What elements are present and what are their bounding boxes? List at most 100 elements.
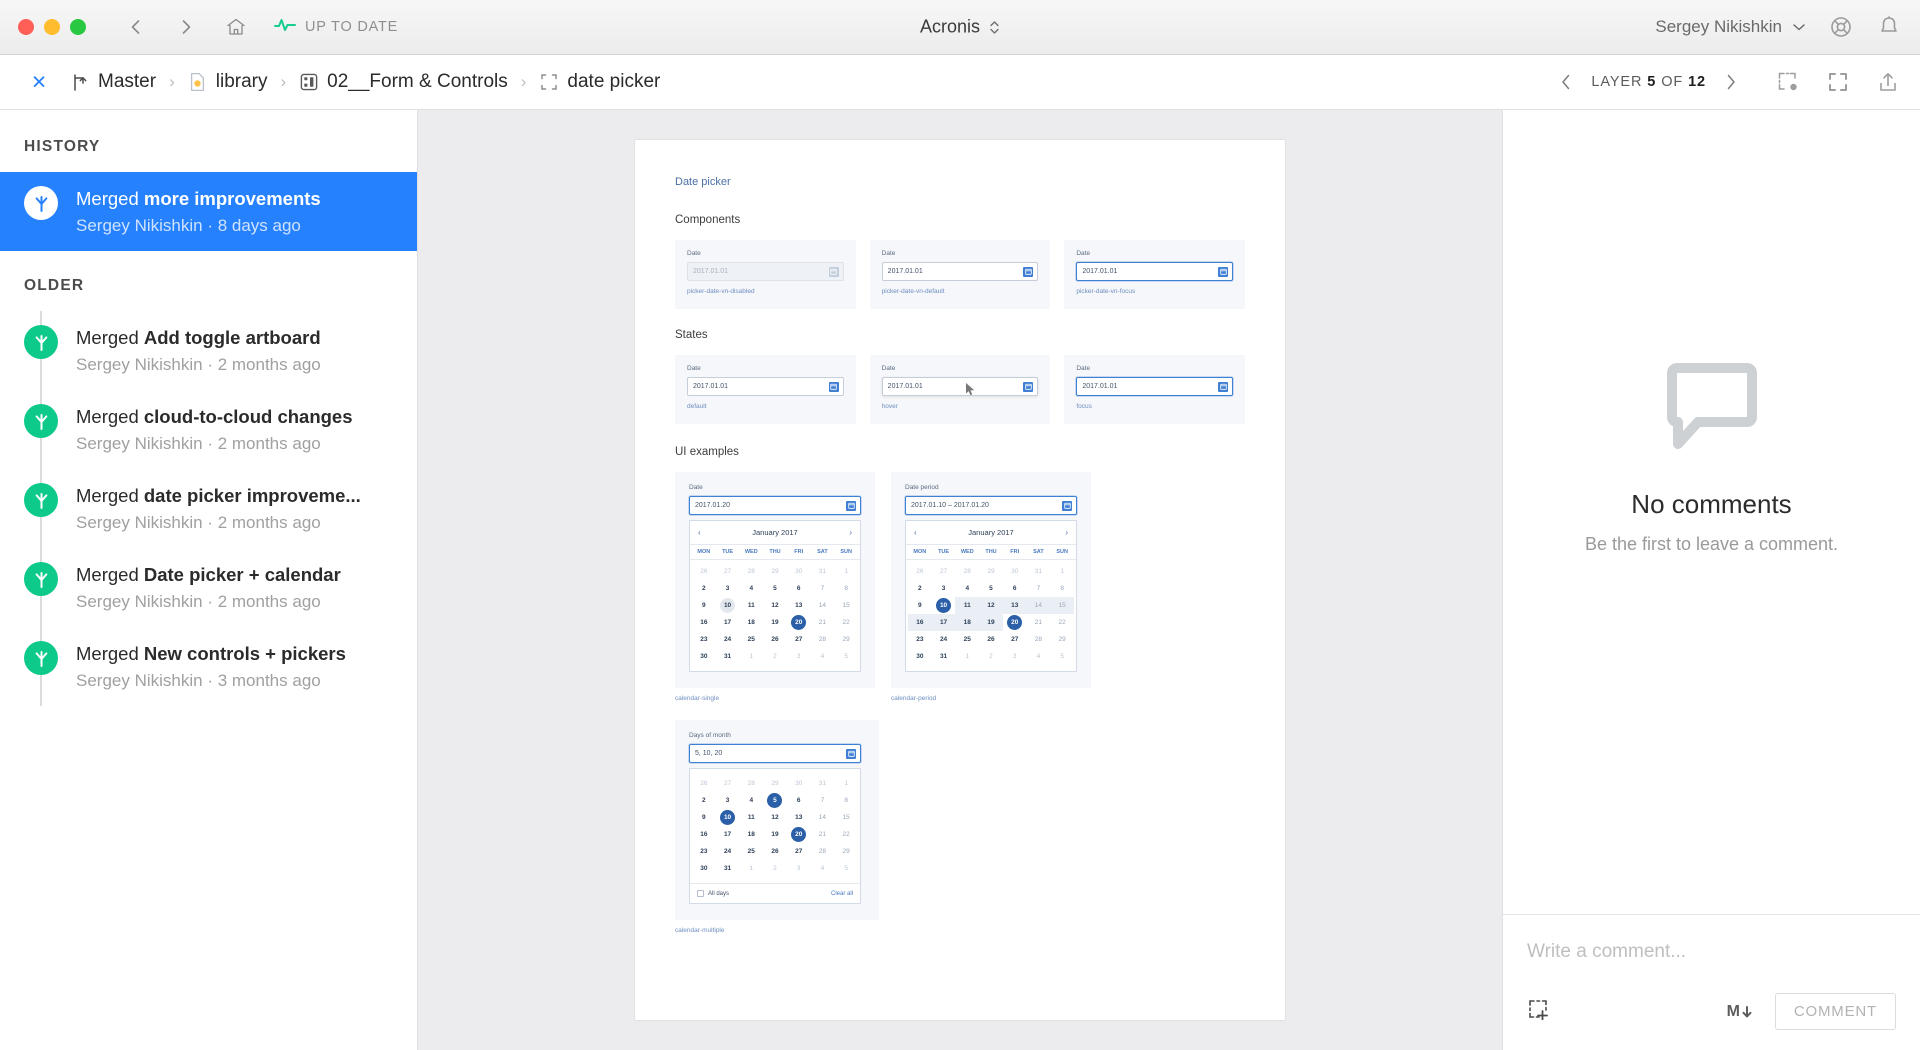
calendar-day-cell[interactable]: 29: [763, 775, 787, 792]
calendar-period-popup[interactable]: ‹ January 2017 › MON TUE WED THU FRI SAT SUN 2…: [905, 520, 1077, 672]
calendar-day-cell[interactable]: 23: [692, 631, 716, 648]
history-item-current[interactable]: Merged more improvements Sergey Nikishki…: [0, 172, 417, 252]
calendar-day-cell[interactable]: 9: [908, 597, 932, 614]
calendar-icon[interactable]: [828, 266, 839, 277]
calendar-day-cell[interactable]: 14: [1026, 597, 1051, 614]
calendar-day-cell[interactable]: 22: [1050, 614, 1074, 631]
calendar-day-cell[interactable]: 4: [1027, 648, 1051, 665]
date-input-focus[interactable]: 2017.01.01: [1076, 262, 1234, 281]
calendar-day-cell[interactable]: 11: [739, 809, 763, 826]
calendar-day-cell[interactable]: 1: [1050, 563, 1074, 580]
calendar-day-cell[interactable]: 27: [932, 563, 956, 580]
calendar-day-cell[interactable]: 23: [908, 631, 932, 648]
calendar-day-cell[interactable]: 27: [716, 775, 740, 792]
calendar-day-cell[interactable]: 28: [811, 631, 835, 648]
calendar-day-cell[interactable]: 5: [834, 860, 858, 877]
calendar-day-cell[interactable]: 4: [811, 860, 835, 877]
calendar-day-cell[interactable]: 7: [811, 580, 835, 597]
calendar-icon[interactable]: [828, 381, 839, 392]
calendar-single-popup[interactable]: ‹ January 2017 › MON TUE WED THU FRI SAT SUN 2…: [689, 520, 861, 672]
calendar-day-cell[interactable]: 19: [979, 614, 1003, 631]
back-button[interactable]: [124, 15, 148, 39]
calendar-day-cell[interactable]: 8: [834, 792, 858, 809]
calendar-day-cell[interactable]: 30: [692, 648, 716, 665]
region-select-icon[interactable]: [1527, 998, 1549, 1025]
close-icon[interactable]: ×: [24, 69, 54, 95]
calendar-day-cell[interactable]: 29: [1050, 631, 1074, 648]
history-item[interactable]: Merged Add toggle artboard Sergey Nikish…: [0, 311, 417, 390]
calendar-day-cell[interactable]: 3: [1003, 648, 1027, 665]
clear-all-link[interactable]: Clear all: [831, 891, 853, 897]
calendar-day-cell[interactable]: 27: [716, 563, 740, 580]
calendar-day-cell[interactable]: 18: [739, 826, 763, 843]
artboard-date-picker[interactable]: Date picker Components Date 2017.01.01 p…: [635, 140, 1285, 1020]
calendar-day-cell[interactable]: 24: [932, 631, 956, 648]
next-month-button[interactable]: ›: [1065, 528, 1068, 537]
previous-month-button[interactable]: ‹: [698, 528, 701, 537]
calendar-day-cell[interactable]: 29: [763, 563, 787, 580]
calendar-day-cell[interactable]: 1: [739, 860, 763, 877]
calendar-day-cell[interactable]: 22: [834, 614, 858, 631]
comment-input[interactable]: Write a comment...: [1527, 941, 1896, 963]
date-input-disabled[interactable]: 2017.01.01: [687, 262, 844, 281]
calendar-day-cell[interactable]: 1: [834, 563, 858, 580]
calendar-day-cell[interactable]: 20: [787, 826, 811, 843]
calendar-day-cell[interactable]: 4: [811, 648, 835, 665]
calendar-day-cell[interactable]: 3: [716, 792, 740, 809]
calendar-day-cell[interactable]: 26: [979, 631, 1003, 648]
calendar-day-cell[interactable]: 21: [811, 614, 835, 631]
breadcrumb-item-library[interactable]: library: [188, 71, 267, 93]
calendar-icon[interactable]: [1062, 500, 1072, 511]
calendar-day-cell[interactable]: 7: [1027, 580, 1051, 597]
calendar-day-cell[interactable]: 24: [716, 843, 740, 860]
calendar-day-cell[interactable]: 8: [1050, 580, 1074, 597]
calendar-day-cell[interactable]: 5: [979, 580, 1003, 597]
calendar-day-cell[interactable]: 16: [908, 614, 932, 631]
calendar-day-cell[interactable]: 14: [811, 597, 835, 614]
breadcrumb-item-master[interactable]: Master: [70, 71, 156, 93]
next-layer-button[interactable]: [1720, 71, 1742, 93]
calendar-day-cell[interactable]: 1: [834, 775, 858, 792]
maximize-window-button[interactable]: [70, 19, 86, 35]
app-title-switcher[interactable]: Acronis: [920, 17, 1000, 38]
comment-pin-icon[interactable]: [1776, 70, 1800, 94]
date-input-state-hover[interactable]: 2017.01.01: [881, 377, 1039, 396]
calendar-day-cell[interactable]: 3: [932, 580, 956, 597]
calendar-icon[interactable]: [1218, 381, 1229, 392]
calendar-day-cell[interactable]: 6: [1003, 580, 1027, 597]
calendar-day-cell[interactable]: 10: [716, 597, 740, 614]
calendar-day-cell[interactable]: 31: [932, 648, 956, 665]
calendar-day-cell[interactable]: 13: [787, 809, 811, 826]
calendar-day-cell[interactable]: 28: [1027, 631, 1051, 648]
calendar-day-cell[interactable]: 17: [931, 614, 956, 631]
calendar-day-cell[interactable]: 2: [979, 648, 1003, 665]
calendar-day-cell[interactable]: 3: [716, 580, 740, 597]
calendar-day-cell[interactable]: 28: [739, 563, 763, 580]
calendar-day-cell[interactable]: 18: [739, 614, 763, 631]
calendar-day-cell[interactable]: 15: [1050, 597, 1074, 614]
home-icon[interactable]: [224, 15, 248, 39]
calendar-day-cell[interactable]: 11: [955, 597, 980, 614]
calendar-day-cell[interactable]: 10: [932, 597, 956, 614]
breadcrumb-item-date-picker[interactable]: date picker: [539, 71, 660, 93]
calendar-day-cell[interactable]: 31: [716, 648, 740, 665]
previous-layer-button[interactable]: [1555, 71, 1577, 93]
calendar-day-cell[interactable]: 28: [955, 563, 979, 580]
calendar-day-cell[interactable]: 14: [811, 809, 835, 826]
calendar-day-cell[interactable]: 27: [787, 631, 811, 648]
calendar-day-cell[interactable]: 1: [739, 648, 763, 665]
calendar-single-input[interactable]: 2017.01.20: [689, 496, 861, 515]
calendar-day-cell[interactable]: 4: [739, 792, 763, 809]
calendar-day-grid[interactable]: 26 27 28 29 30 31 1 2 3 4 5 6 7 8 9 10 11 12 13 14 15 16 17 18 1…: [906, 560, 1076, 671]
calendar-day-cell[interactable]: 28: [739, 775, 763, 792]
calendar-day-cell[interactable]: 24: [716, 631, 740, 648]
history-item[interactable]: Merged New controls + pickers Sergey Nik…: [0, 627, 417, 706]
calendar-day-cell[interactable]: 29: [979, 563, 1003, 580]
submit-comment-button[interactable]: COMMENT: [1774, 993, 1896, 1030]
calendar-day-cell[interactable]: 31: [1027, 563, 1051, 580]
calendar-day-cell[interactable]: 12: [979, 597, 1003, 614]
calendar-day-cell[interactable]: 25: [955, 631, 979, 648]
lifebuoy-icon[interactable]: [1828, 14, 1854, 40]
calendar-day-cell[interactable]: 19: [763, 826, 787, 843]
history-item[interactable]: Merged cloud-to-cloud changes Sergey Nik…: [0, 390, 417, 469]
